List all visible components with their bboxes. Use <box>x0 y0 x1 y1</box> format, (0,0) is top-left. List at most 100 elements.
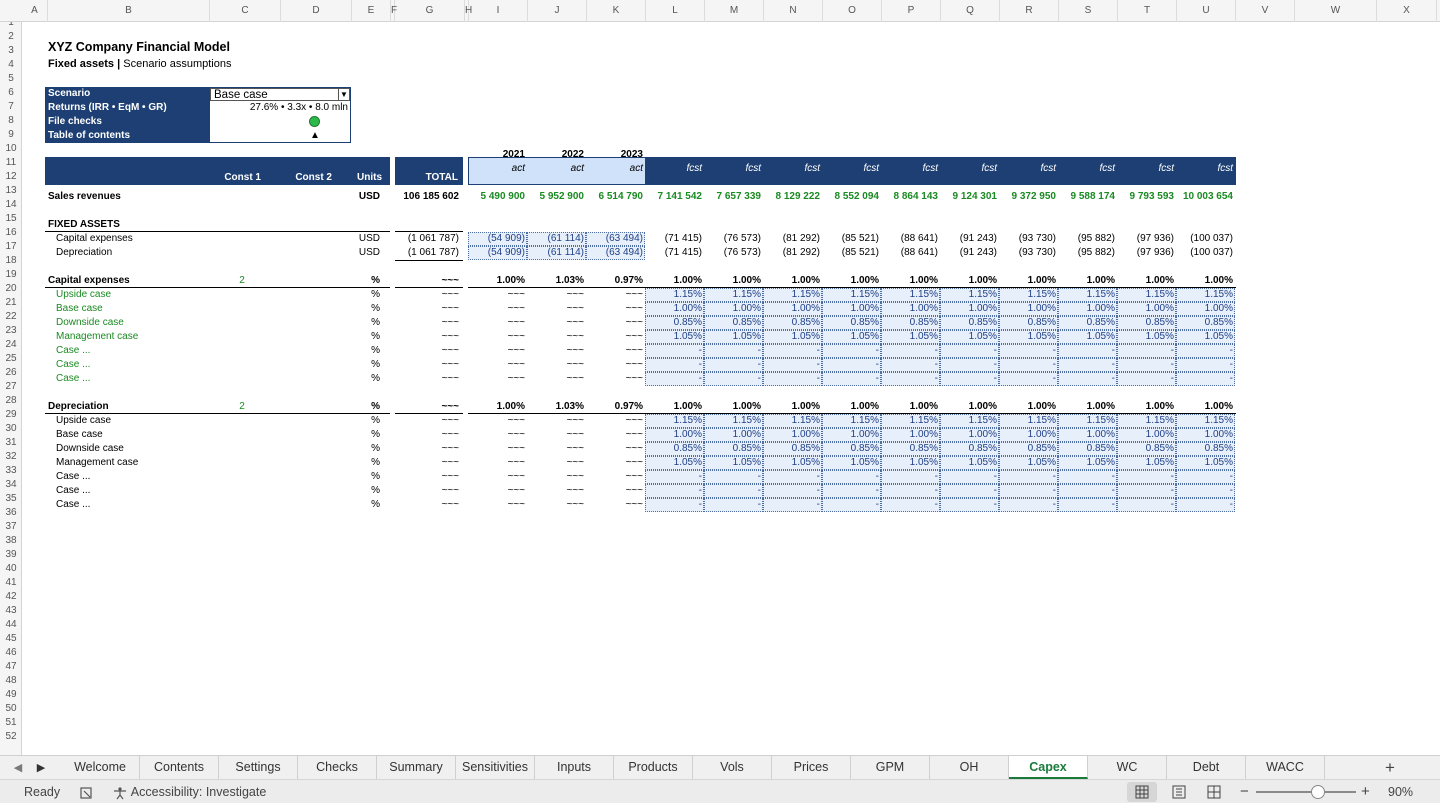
row-header[interactable]: 8 <box>0 114 21 128</box>
sheet-tab[interactable]: Prices <box>772 756 851 779</box>
column-header[interactable]: V <box>1236 0 1295 22</box>
scenario-case-input[interactable]: 1.05% <box>999 456 1056 470</box>
column-header[interactable]: P <box>882 0 941 22</box>
scenario-case-input[interactable]: 0.85% <box>940 316 997 330</box>
scenario-case-input[interactable]: 1.15% <box>822 288 879 302</box>
fixed-assets-value[interactable]: (54 909) <box>468 246 525 260</box>
row-header[interactable]: 36 <box>0 506 21 520</box>
scenario-case-input[interactable]: 0.85% <box>763 316 820 330</box>
scenario-case-input[interactable]: 1.00% <box>645 428 702 442</box>
scenario-case-input[interactable]: - <box>999 498 1056 512</box>
scenario-case-input[interactable]: 0.85% <box>881 316 938 330</box>
row-header[interactable]: 31 <box>0 436 21 450</box>
scenario-case-input[interactable]: 1.00% <box>704 428 761 442</box>
scenario-case-label[interactable]: Management case <box>56 330 138 344</box>
fixed-assets-value[interactable]: (61 114) <box>527 232 584 246</box>
add-sheet-button[interactable]: + <box>1372 756 1408 779</box>
zoom-out-button[interactable]: − <box>1240 780 1249 803</box>
scenario-case-input[interactable]: - <box>999 484 1056 498</box>
row-header[interactable]: 32 <box>0 450 21 464</box>
row-header[interactable]: 50 <box>0 702 21 716</box>
fixed-assets-value[interactable]: (61 114) <box>527 246 584 260</box>
scenario-case-input[interactable]: - <box>704 498 761 512</box>
scenario-case-input[interactable]: - <box>822 470 879 484</box>
scenario-case-input[interactable]: - <box>940 498 997 512</box>
row-header[interactable]: 13 <box>0 184 21 198</box>
scenario-case-input[interactable]: 1.00% <box>822 428 879 442</box>
scenario-case-input[interactable]: 0.85% <box>999 316 1056 330</box>
row-header[interactable]: 4 <box>0 58 21 72</box>
row-header[interactable]: 26 <box>0 366 21 380</box>
column-header[interactable]: X <box>1377 0 1437 22</box>
scenario-case-input[interactable]: 1.05% <box>704 456 761 470</box>
column-header[interactable]: B <box>48 0 210 22</box>
scenario-case-input[interactable]: 1.15% <box>940 414 997 428</box>
scenario-case-label[interactable]: Downside case <box>56 316 124 330</box>
page-layout-button[interactable] <box>1168 782 1190 802</box>
scenario-case-input[interactable]: 1.15% <box>1117 414 1174 428</box>
row-header[interactable]: 7 <box>0 100 21 114</box>
scenario-case-input[interactable]: - <box>999 358 1056 372</box>
row-header[interactable]: 1 <box>0 22 21 30</box>
scenario-case-input[interactable]: - <box>1176 372 1233 386</box>
column-header[interactable]: A <box>22 0 48 22</box>
scenario-case-input[interactable]: 1.15% <box>1176 414 1233 428</box>
row-header[interactable]: 38 <box>0 534 21 548</box>
scenario-case-input[interactable]: - <box>999 372 1056 386</box>
scenario-case-input[interactable]: 1.15% <box>1117 288 1174 302</box>
column-header[interactable]: U <box>1177 0 1236 22</box>
scenario-case-input[interactable]: 1.00% <box>940 428 997 442</box>
scenario-case-input[interactable]: - <box>881 372 938 386</box>
row-header[interactable]: 41 <box>0 576 21 590</box>
row-header[interactable]: 22 <box>0 310 21 324</box>
row-header[interactable]: 3 <box>0 44 21 58</box>
sheet-tab[interactable]: GPM <box>851 756 930 779</box>
row-header[interactable]: 28 <box>0 394 21 408</box>
column-header[interactable]: S <box>1059 0 1118 22</box>
scenario-case-input[interactable]: - <box>881 484 938 498</box>
sheet-tab[interactable]: Debt <box>1167 756 1246 779</box>
scenario-case-input[interactable]: - <box>1058 372 1115 386</box>
scenario-case-input[interactable]: 1.00% <box>999 428 1056 442</box>
row-header[interactable]: 47 <box>0 660 21 674</box>
scenario-case-input[interactable]: 1.05% <box>940 456 997 470</box>
row-header[interactable]: 44 <box>0 618 21 632</box>
driver-const1[interactable]: 2 <box>232 400 252 414</box>
column-header[interactable]: T <box>1118 0 1177 22</box>
row-header[interactable]: 45 <box>0 632 21 646</box>
column-header[interactable]: K <box>587 0 646 22</box>
scenario-case-input[interactable]: - <box>1117 358 1174 372</box>
column-header[interactable]: C <box>210 0 281 22</box>
scenario-case-label[interactable]: Upside case <box>56 288 111 302</box>
row-header[interactable]: 9 <box>0 128 21 142</box>
scenario-case-input[interactable]: - <box>1058 344 1115 358</box>
column-header[interactable]: E <box>352 0 391 22</box>
scenario-case-input[interactable]: 1.00% <box>999 302 1056 316</box>
scenario-case-input[interactable]: - <box>1058 484 1115 498</box>
scenario-case-input[interactable]: 1.00% <box>1058 302 1115 316</box>
row-header[interactable]: 29 <box>0 408 21 422</box>
scenario-case-input[interactable]: - <box>822 484 879 498</box>
scenario-case-input[interactable]: - <box>1117 484 1174 498</box>
scenario-case-input[interactable]: - <box>1058 470 1115 484</box>
scenario-case-input[interactable]: - <box>704 358 761 372</box>
scenario-case-input[interactable]: 1.00% <box>704 302 761 316</box>
scenario-case-label[interactable]: Case ... <box>56 372 90 386</box>
scenario-case-input[interactable]: 1.15% <box>763 414 820 428</box>
scenario-case-label[interactable]: Case ... <box>56 344 90 358</box>
scenario-case-input[interactable]: 0.85% <box>704 442 761 456</box>
scenario-case-input[interactable]: 0.85% <box>1058 316 1115 330</box>
row-header[interactable]: 43 <box>0 604 21 618</box>
scenario-case-input[interactable]: 1.15% <box>763 288 820 302</box>
scenario-case-input[interactable]: - <box>822 344 879 358</box>
scenario-case-input[interactable]: 0.85% <box>940 442 997 456</box>
scenario-case-input[interactable]: - <box>1176 358 1233 372</box>
scenario-case-input[interactable]: 0.85% <box>999 442 1056 456</box>
sheet-tab[interactable]: Checks <box>298 756 377 779</box>
column-header[interactable]: M <box>705 0 764 22</box>
row-header[interactable]: 17 <box>0 240 21 254</box>
row-header[interactable]: 6 <box>0 86 21 100</box>
zoom-slider-thumb[interactable] <box>1311 785 1325 799</box>
row-header[interactable]: 19 <box>0 268 21 282</box>
accessibility-status[interactable]: Accessibility: Investigate <box>112 780 266 803</box>
